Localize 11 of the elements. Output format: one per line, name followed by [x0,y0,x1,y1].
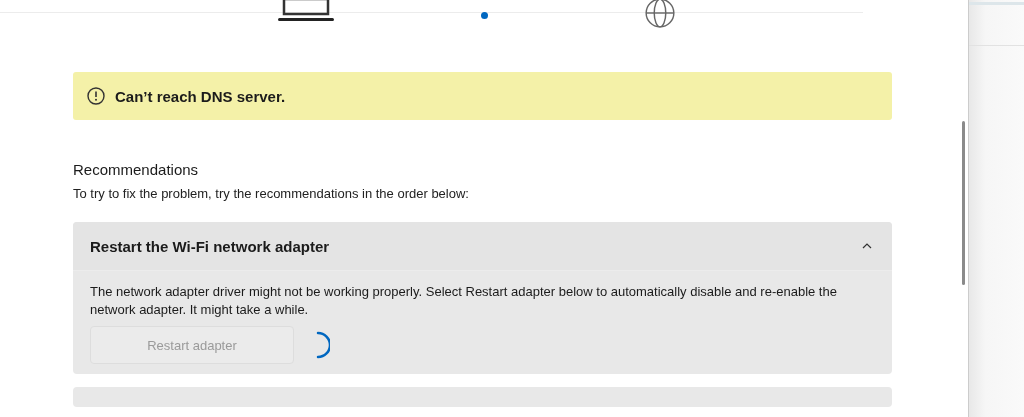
dot-icon [481,12,488,19]
card-description: The network adapter driver might not be working properly. Select Restart adapter below to automatically disable and re-enable the network adapter. It might take a while. [90,283,838,319]
caret-icon [862,243,872,249]
scrollbar-thumb[interactable] [962,121,965,285]
banner-message: Can’t reach DNS server. [115,87,286,105]
card-header[interactable]: Restart the Wi-Fi network adapter [73,222,892,271]
card-title: Restart the Wi-Fi network adapter [90,237,330,255]
section-heading: Recommendations [73,161,200,178]
laptop-icon [278,0,334,23]
intro-text: To try to fix the problem, try the recommendations in the order below: [73,186,470,201]
alert-icon [87,87,105,105]
